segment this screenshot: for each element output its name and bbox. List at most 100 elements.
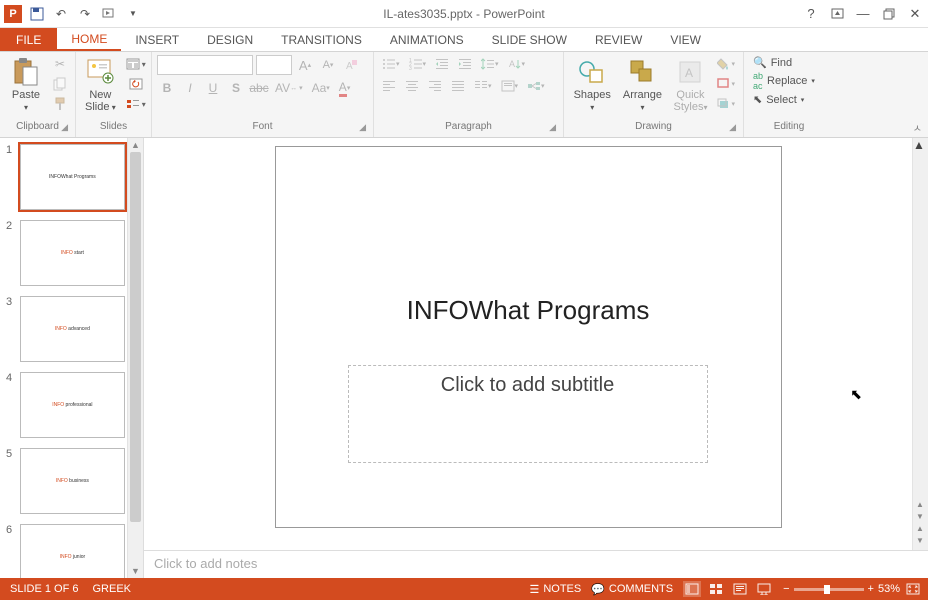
- paste-button[interactable]: Paste ▾: [5, 55, 47, 115]
- next-slide-icon[interactable]: ▼: [913, 536, 927, 548]
- align-right-icon[interactable]: [425, 77, 445, 95]
- clear-formatting-icon[interactable]: A: [341, 56, 361, 74]
- undo-icon[interactable]: ↶: [52, 5, 70, 23]
- tab-transitions[interactable]: TRANSITIONS: [267, 28, 376, 51]
- copy-icon[interactable]: [50, 75, 70, 93]
- slide-title[interactable]: INFOWhat Programs: [276, 295, 781, 326]
- editor-scrollbar[interactable]: ▲ ▲ ▼ ▲ ▼: [912, 138, 928, 550]
- close-icon[interactable]: ✕: [906, 5, 924, 23]
- change-case-icon[interactable]: Aa ▾: [309, 79, 333, 97]
- normal-view-icon[interactable]: [683, 581, 701, 597]
- font-size-select[interactable]: [256, 55, 292, 75]
- slide-counter[interactable]: SLIDE 1 OF 6: [10, 583, 78, 595]
- notes-pane[interactable]: Click to add notes: [144, 550, 928, 578]
- scroll-up-icon[interactable]: ▲: [128, 138, 143, 152]
- editor-scroll-handle[interactable]: [913, 152, 928, 492]
- tab-view[interactable]: VIEW: [656, 28, 715, 51]
- shape-fill-icon[interactable]: ▾: [714, 55, 738, 73]
- shape-outline-icon[interactable]: ▾: [714, 75, 738, 93]
- collapse-ribbon-icon[interactable]: ㅅ: [913, 120, 922, 135]
- scroll-down-icon[interactable]: ▼: [128, 564, 143, 578]
- slide-sorter-icon[interactable]: [707, 581, 725, 597]
- arrange-button[interactable]: Arrange ▾: [618, 55, 666, 115]
- editor-scroll-up-icon[interactable]: ▲: [913, 138, 928, 152]
- cut-icon[interactable]: ✂: [50, 55, 70, 73]
- slide-thumbnail[interactable]: INFO start: [20, 220, 125, 286]
- bullets-icon[interactable]: ▾: [379, 55, 403, 73]
- replace-button[interactable]: abacReplace▾: [749, 70, 819, 92]
- scroll-down-icon[interactable]: ▼: [913, 512, 927, 524]
- slide-thumbnail[interactable]: INFO advanced: [20, 296, 125, 362]
- slide-thumbnail[interactable]: INFO business: [20, 448, 125, 514]
- tab-insert[interactable]: INSERT: [121, 28, 193, 51]
- tab-slide-show[interactable]: SLIDE SHOW: [478, 28, 581, 51]
- zoom-level[interactable]: 53%: [878, 583, 900, 595]
- tab-review[interactable]: REVIEW: [581, 28, 656, 51]
- reset-icon[interactable]: [123, 75, 149, 93]
- notes-toggle[interactable]: ☰NOTES: [529, 583, 581, 596]
- align-text-icon[interactable]: ▾: [498, 77, 522, 95]
- quick-styles-button[interactable]: A Quick Styles▾: [670, 55, 712, 115]
- decrease-indent-icon[interactable]: [432, 55, 452, 73]
- zoom-slider[interactable]: [794, 588, 864, 591]
- increase-font-icon[interactable]: A▴: [295, 56, 315, 74]
- char-spacing-icon[interactable]: AV↔ ▾: [272, 79, 306, 97]
- layout-icon[interactable]: ▾: [123, 55, 149, 73]
- slide[interactable]: INFOWhat Programs Click to add subtitle: [275, 146, 782, 528]
- slide-thumbnail[interactable]: INFOWhat Programs: [20, 144, 125, 210]
- section-icon[interactable]: ▾: [123, 95, 149, 113]
- redo-icon[interactable]: ↷: [76, 5, 94, 23]
- tab-animations[interactable]: ANIMATIONS: [376, 28, 478, 51]
- tab-design[interactable]: DESIGN: [193, 28, 267, 51]
- increase-indent-icon[interactable]: [455, 55, 475, 73]
- numbering-icon[interactable]: 123▾: [406, 55, 430, 73]
- minimize-icon[interactable]: —: [854, 5, 872, 23]
- format-painter-icon[interactable]: [50, 95, 70, 113]
- zoom-slider-handle[interactable]: [824, 585, 830, 594]
- thumbnail-scroll-handle[interactable]: [130, 152, 141, 522]
- subtitle-placeholder[interactable]: Click to add subtitle: [348, 365, 708, 463]
- shadow-icon[interactable]: S: [226, 79, 246, 97]
- align-left-icon[interactable]: [379, 77, 399, 95]
- comments-toggle[interactable]: 💬COMMENTS: [591, 583, 673, 596]
- line-spacing-icon[interactable]: ▾: [478, 55, 502, 73]
- slide-canvas[interactable]: INFOWhat Programs Click to add subtitle …: [144, 138, 912, 550]
- bold-icon[interactable]: B: [157, 79, 177, 97]
- ribbon-display-icon[interactable]: [828, 5, 846, 23]
- select-button[interactable]: ⬉Select▾: [749, 92, 808, 107]
- text-direction-icon[interactable]: A▾: [505, 55, 529, 73]
- font-launcher-icon[interactable]: ◢: [359, 122, 366, 133]
- tab-file[interactable]: FILE: [0, 28, 57, 51]
- reading-view-icon[interactable]: [731, 581, 749, 597]
- paragraph-launcher-icon[interactable]: ◢: [549, 122, 556, 133]
- font-name-select[interactable]: [157, 55, 253, 75]
- slide-thumbnail[interactable]: INFO junior: [20, 524, 125, 578]
- zoom-in-icon[interactable]: +: [868, 583, 874, 595]
- zoom-out-icon[interactable]: −: [783, 583, 789, 595]
- slide-thumbnail[interactable]: INFO professional: [20, 372, 125, 438]
- tab-home[interactable]: HOME: [57, 28, 121, 51]
- underline-icon[interactable]: U: [203, 79, 223, 97]
- slideshow-view-icon[interactable]: [755, 581, 773, 597]
- help-icon[interactable]: ?: [802, 5, 820, 23]
- drawing-launcher-icon[interactable]: ◢: [729, 122, 736, 133]
- font-color-icon[interactable]: A ▾: [336, 79, 354, 97]
- shapes-button[interactable]: Shapes ▾: [569, 55, 615, 115]
- align-center-icon[interactable]: [402, 77, 422, 95]
- next-slide-double-icon[interactable]: ▲: [913, 524, 927, 536]
- restore-icon[interactable]: [880, 5, 898, 23]
- clipboard-launcher-icon[interactable]: ◢: [61, 122, 68, 133]
- prev-slide-icon[interactable]: ▲: [913, 500, 927, 512]
- columns-icon[interactable]: ▾: [471, 77, 495, 95]
- language-status[interactable]: GREEK: [92, 583, 131, 595]
- strikethrough-icon[interactable]: abc: [249, 79, 269, 97]
- save-icon[interactable]: [28, 5, 46, 23]
- justify-icon[interactable]: [448, 77, 468, 95]
- find-button[interactable]: 🔍Find: [749, 55, 796, 70]
- new-slide-button[interactable]: New Slide ▾: [81, 55, 120, 115]
- italic-icon[interactable]: I: [180, 79, 200, 97]
- shape-effects-icon[interactable]: ▾: [714, 95, 738, 113]
- thumbnail-scrollbar[interactable]: ▲ ▼: [127, 138, 143, 578]
- decrease-font-icon[interactable]: A▾: [318, 56, 338, 74]
- qa-customize-icon[interactable]: ▼: [124, 5, 142, 23]
